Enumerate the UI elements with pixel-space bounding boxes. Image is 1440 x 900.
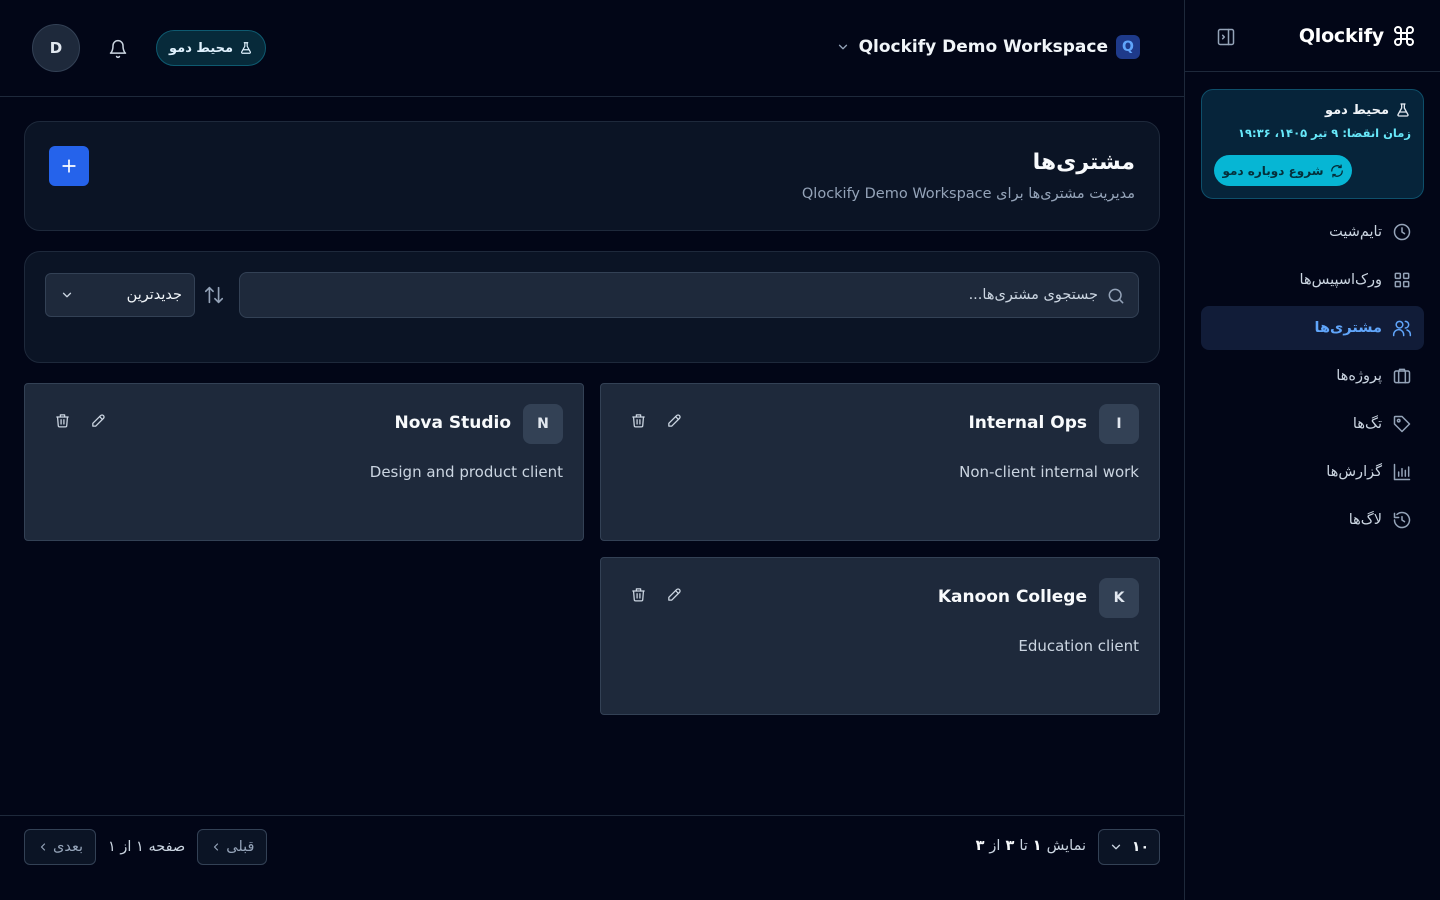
client-actions — [629, 411, 683, 429]
sidebar-item-projects[interactable]: پروژه‌ها — [1201, 354, 1424, 398]
demo-panel-label: محیط دمو — [1324, 102, 1389, 118]
client-description: Non-client internal work — [959, 463, 1139, 481]
sort-select-value: جدیدترین — [126, 287, 182, 303]
pencil-icon[interactable] — [665, 585, 683, 603]
workspace-switcher[interactable]: Q Qlockify Demo Workspace — [835, 35, 1140, 59]
results-prefix: نمایش — [1046, 838, 1086, 854]
sidebar-item-label: مشتری‌ها — [1314, 320, 1382, 336]
sidebar-collapse-icon[interactable] — [1215, 26, 1237, 48]
sort-direction-icon[interactable] — [203, 284, 225, 306]
command-icon — [1392, 24, 1416, 48]
top-header: D محیط دمو Q Qlockify Demo Workspace — [0, 0, 1184, 97]
sidebar-item-workspaces[interactable]: ورک‌اسپیس‌ها — [1201, 258, 1424, 302]
pencil-icon[interactable] — [89, 411, 107, 429]
add-client-button[interactable] — [49, 146, 89, 186]
client-name: Kanoon College — [937, 587, 1087, 607]
demo-badge-label: محیط دمو — [169, 40, 234, 56]
prev-page-label: قبلی — [226, 839, 255, 855]
results-from: ۱ — [1032, 838, 1042, 854]
results-of-word: از — [989, 838, 1001, 854]
tag-icon — [1392, 414, 1412, 434]
sidebar-item-tags[interactable]: تگ‌ها — [1201, 402, 1424, 446]
plus-icon — [59, 156, 79, 176]
demo-expiry: زمان انقضا: ۹ تیر ۱۴۰۵، ۱۹:۳۶ — [1237, 126, 1411, 140]
user-avatar[interactable]: D — [32, 24, 80, 72]
brand[interactable]: Qlockify — [1299, 24, 1416, 48]
client-actions — [629, 585, 683, 603]
history-icon — [1392, 510, 1412, 530]
client-card[interactable]: I Internal Ops Non-client internal work — [600, 383, 1160, 541]
restart-demo-label: شروع دوباره دمو — [1222, 163, 1324, 178]
client-avatar: K — [1099, 578, 1139, 618]
sidebar-item-timesheet[interactable]: تایم‌شیت — [1201, 210, 1424, 254]
sidebar-item-logs[interactable]: لاگ‌ها — [1201, 498, 1424, 542]
pager: بعدی صفحه ۱ از ۱ قبلی — [24, 829, 268, 865]
sidebar-item-label: لاگ‌ها — [1348, 512, 1382, 528]
results-total: ۳ — [975, 838, 985, 854]
page-title: مشتری‌ها — [1032, 150, 1135, 175]
chevron-left-icon — [37, 841, 49, 853]
results-summary: نمایش ۱ تا ۳ از ۳ — [976, 838, 1086, 854]
client-description: Design and product client — [369, 463, 563, 481]
chevron-down-icon — [60, 288, 74, 302]
clock-icon — [1392, 222, 1412, 242]
client-avatar: I — [1099, 404, 1139, 444]
client-actions — [53, 411, 107, 429]
chevron-down-icon — [1109, 840, 1123, 854]
sidebar-item-label: تایم‌شیت — [1329, 224, 1382, 240]
refresh-icon — [1330, 164, 1344, 178]
sidebar-item-label: گزارش‌ها — [1326, 464, 1382, 480]
next-page-button[interactable]: بعدی — [24, 829, 96, 865]
filter-card: جدیدترین — [24, 251, 1160, 363]
sort-select[interactable]: جدیدترین — [45, 273, 195, 317]
search-box — [239, 272, 1139, 318]
next-page-label: بعدی — [53, 839, 83, 855]
bell-icon[interactable] — [107, 38, 129, 60]
users-icon — [1392, 318, 1412, 338]
page-header-card: مشتری‌ها مدیریت مشتری‌ها برای Qlockify D… — [24, 121, 1160, 231]
workspace-initial: Q — [1116, 35, 1140, 59]
grid-icon — [1392, 270, 1412, 290]
bar-chart-icon — [1392, 462, 1412, 482]
page-size-value: ۱۰ — [1131, 839, 1149, 855]
workspace-name: Qlockify Demo Workspace — [858, 37, 1108, 57]
client-card[interactable]: K Kanoon College Education client — [600, 557, 1160, 715]
flask-icon — [1395, 102, 1411, 118]
client-name: Internal Ops — [968, 413, 1087, 433]
sidebar-item-label: ورک‌اسپیس‌ها — [1299, 272, 1382, 288]
search-icon — [1106, 286, 1126, 306]
client-description: Education client — [1018, 637, 1139, 655]
sidebar-item-label: پروژه‌ها — [1336, 368, 1382, 384]
sidebar-header: Qlockify — [1185, 0, 1440, 72]
pagination-footer: ۱۰ نمایش ۱ تا ۳ از ۳ بعدی صفحه ۱ از ۱ قب… — [0, 815, 1184, 900]
page-size-select[interactable]: ۱۰ — [1098, 829, 1160, 865]
results-to: ۳ — [1005, 838, 1015, 854]
page-subtitle: مدیریت مشتری‌ها برای Qlockify Demo Works… — [801, 186, 1135, 202]
search-input[interactable] — [240, 273, 1138, 317]
trash-icon[interactable] — [53, 411, 71, 429]
client-name: Nova Studio — [394, 413, 511, 433]
chevron-down-icon — [835, 39, 851, 55]
restart-demo-button[interactable]: شروع دوباره دمو — [1214, 155, 1352, 186]
prev-page-button[interactable]: قبلی — [197, 829, 268, 865]
demo-badge: محیط دمو — [156, 30, 267, 66]
chevron-left-icon — [210, 841, 222, 853]
demo-panel-title: محیط دمو — [1214, 102, 1411, 118]
client-avatar: N — [523, 404, 563, 444]
trash-icon[interactable] — [629, 411, 647, 429]
brand-name: Qlockify — [1298, 25, 1384, 47]
trash-icon[interactable] — [629, 585, 647, 603]
sidebar-nav: تایم‌شیت ورک‌اسپیس‌ها مشتری‌ها پروژه‌ها … — [1201, 210, 1424, 546]
results-to-word: تا — [1019, 838, 1028, 854]
briefcase-icon — [1392, 366, 1412, 386]
page-info: صفحه ۱ از ۱ — [108, 839, 186, 855]
sidebar-item-label: تگ‌ها — [1352, 416, 1382, 432]
sidebar: Qlockify محیط دمو زمان انقضا: ۹ تیر ۱۴۰۵… — [1184, 0, 1440, 900]
demo-panel: محیط دمو زمان انقضا: ۹ تیر ۱۴۰۵، ۱۹:۳۶ ش… — [1201, 89, 1424, 199]
sidebar-item-reports[interactable]: گزارش‌ها — [1201, 450, 1424, 494]
pencil-icon[interactable] — [665, 411, 683, 429]
client-card[interactable]: N Nova Studio Design and product client — [24, 383, 584, 541]
flask-icon — [239, 41, 253, 55]
sidebar-item-clients[interactable]: مشتری‌ها — [1201, 306, 1424, 350]
